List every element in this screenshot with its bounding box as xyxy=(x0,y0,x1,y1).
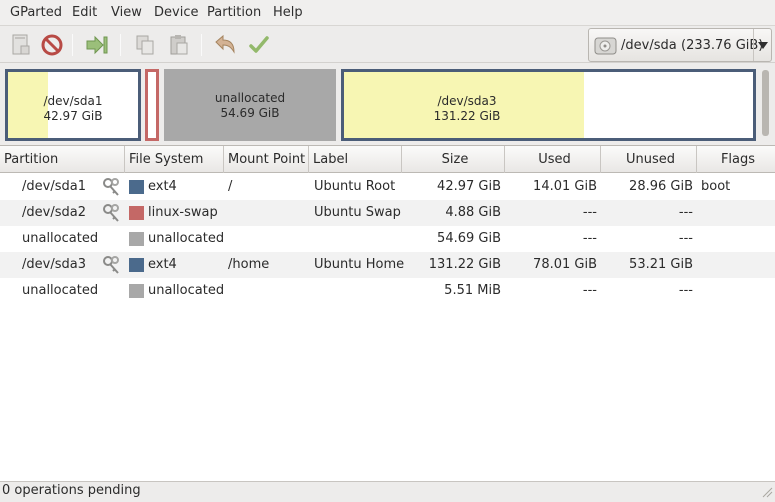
toolbar-separator xyxy=(201,34,202,56)
cell-size: 131.22 GiB xyxy=(428,257,501,272)
cell-unused: --- xyxy=(678,283,693,298)
cell-partition: unallocated xyxy=(22,283,99,298)
segment-size: 42.97 GiB xyxy=(43,109,103,123)
copy-button[interactable] xyxy=(132,32,158,58)
toolbar-separator xyxy=(120,34,121,56)
cell-label: Ubuntu Swap xyxy=(314,205,401,220)
paste-button[interactable] xyxy=(166,32,192,58)
segment-size: 131.22 GiB xyxy=(433,109,501,123)
menu-edit[interactable]: Edit xyxy=(72,5,97,20)
cell-unused: --- xyxy=(678,205,693,220)
cell-partition: /dev/sda1 xyxy=(22,179,86,194)
column-header-unused[interactable]: Unused xyxy=(601,146,697,173)
cell-partition: /dev/sda3 xyxy=(22,257,86,272)
table-row[interactable]: /dev/sda2 linux-swap Ubuntu Swap 4.88 Gi… xyxy=(0,200,775,226)
new-partition-button[interactable] xyxy=(7,32,33,58)
device-size: (233.76 GiB) xyxy=(681,38,764,53)
cell-size: 5.51 MiB xyxy=(444,283,501,298)
diskmap-segment-unallocated[interactable]: unallocated 54.69 GiB xyxy=(164,69,336,141)
cell-size: 54.69 GiB xyxy=(437,231,501,246)
key-icon xyxy=(101,176,123,202)
segment-size: 54.69 GiB xyxy=(220,106,280,120)
undo-button[interactable] xyxy=(212,32,238,58)
device-name: /dev/sda xyxy=(621,38,677,53)
cell-used: 78.01 GiB xyxy=(533,257,597,272)
cell-label: Ubuntu Root xyxy=(314,179,396,194)
cell-filesystem: linux-swap xyxy=(148,205,218,220)
segment-name: /dev/sda1 xyxy=(43,94,103,108)
column-header-used[interactable]: Used xyxy=(505,146,601,173)
cell-used: --- xyxy=(582,231,597,246)
filesystem-color-swatch xyxy=(129,284,144,298)
column-header-flags[interactable]: Flags xyxy=(697,146,775,173)
undo-icon xyxy=(215,34,235,54)
disk-map: /dev/sda1 42.97 GiB unallocated 54.69 Gi… xyxy=(0,64,775,144)
cell-mountpoint: / xyxy=(228,179,233,194)
diskmap-segment-sda3[interactable]: /dev/sda3 131.22 GiB xyxy=(341,69,756,141)
new-partition-icon xyxy=(12,34,30,55)
cell-used: 14.01 GiB xyxy=(533,179,597,194)
key-icon xyxy=(101,202,123,228)
cell-partition: /dev/sda2 xyxy=(22,205,86,220)
key-icon xyxy=(101,254,123,280)
filesystem-color-swatch xyxy=(129,232,144,246)
status-text: 0 operations pending xyxy=(2,483,141,498)
diskmap-scrollbar[interactable] xyxy=(762,70,769,136)
filesystem-color-swatch xyxy=(129,206,144,220)
partition-table: Partition File System Mount Point Label … xyxy=(0,145,775,481)
menu-view[interactable]: View xyxy=(111,5,142,20)
column-header-mountpoint[interactable]: Mount Point xyxy=(224,146,309,173)
cell-flags: boot xyxy=(701,179,731,194)
cell-used: --- xyxy=(582,283,597,298)
cell-unused: 28.96 GiB xyxy=(629,179,693,194)
table-row[interactable]: unallocated unallocated 5.51 MiB --- --- xyxy=(0,278,775,304)
segment-name: /dev/sda3 xyxy=(437,94,497,108)
toolbar-separator xyxy=(72,34,73,56)
cell-partition: unallocated xyxy=(22,231,99,246)
diskmap-segment-sda2[interactable] xyxy=(145,69,159,141)
chevron-down-icon xyxy=(753,29,771,61)
resize-move-button[interactable] xyxy=(84,32,110,58)
cell-size: 42.97 GiB xyxy=(437,179,501,194)
column-header-size[interactable]: Size xyxy=(402,146,505,173)
menu-help[interactable]: Help xyxy=(273,5,303,20)
apply-icon xyxy=(249,36,269,53)
column-header-filesystem[interactable]: File System xyxy=(125,146,224,173)
cell-label: Ubuntu Home xyxy=(314,257,405,272)
table-row[interactable]: /dev/sda3 ext4 /home Ubuntu Home 131.22 … xyxy=(0,252,775,278)
cell-filesystem: unallocated xyxy=(148,231,225,246)
diskmap-segment-sda1[interactable]: /dev/sda1 42.97 GiB xyxy=(5,69,141,141)
filesystem-color-swatch xyxy=(129,180,144,194)
filesystem-color-swatch xyxy=(129,258,144,272)
column-header-partition[interactable]: Partition xyxy=(0,146,125,173)
menu-bar: GParted Edit View Device Partition Help xyxy=(0,0,775,26)
column-header-label[interactable]: Label xyxy=(309,146,402,173)
paste-icon xyxy=(170,35,188,55)
delete-button[interactable] xyxy=(39,32,65,58)
cell-used: --- xyxy=(582,205,597,220)
hard-disk-icon xyxy=(594,35,618,61)
delete-icon xyxy=(41,34,63,56)
cell-filesystem: ext4 xyxy=(148,179,177,194)
menu-device[interactable]: Device xyxy=(154,5,198,20)
segment-name: unallocated xyxy=(214,91,286,105)
table-row[interactable]: unallocated unallocated 54.69 GiB --- --… xyxy=(0,226,775,252)
device-selector[interactable]: /dev/sda (233.76 GiB) xyxy=(588,28,772,62)
apply-button[interactable] xyxy=(246,32,272,58)
menu-partition[interactable]: Partition xyxy=(207,5,261,20)
status-bar: 0 operations pending xyxy=(0,481,775,500)
copy-icon xyxy=(136,35,154,55)
table-row[interactable]: /dev/sda1 ext4 / Ubuntu Root 42.97 GiB 1… xyxy=(0,174,775,200)
cell-mountpoint: /home xyxy=(228,257,270,272)
table-header: Partition File System Mount Point Label … xyxy=(0,146,775,173)
cell-unused: 53.21 GiB xyxy=(629,257,693,272)
resize-grip-icon[interactable] xyxy=(761,486,773,498)
resize-move-icon xyxy=(86,35,108,55)
menu-gparted[interactable]: GParted xyxy=(10,5,62,20)
cell-filesystem: ext4 xyxy=(148,257,177,272)
cell-size: 4.88 GiB xyxy=(445,205,501,220)
cell-filesystem: unallocated xyxy=(148,283,225,298)
cell-unused: --- xyxy=(678,231,693,246)
